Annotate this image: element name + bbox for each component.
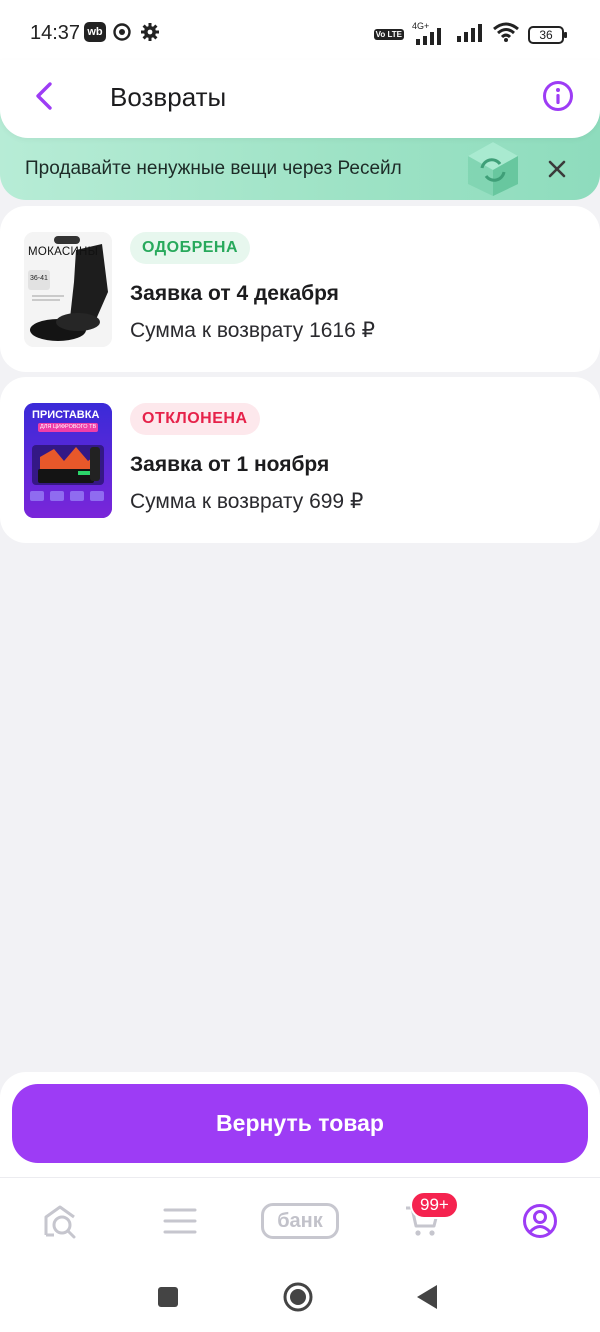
bank-label: банк xyxy=(261,1203,339,1239)
return-request-title: Заявка от 1 ноября xyxy=(130,453,330,476)
cart-count-badge: 99+ xyxy=(410,1191,459,1219)
refund-amount: Сумма к возврату 699 ₽ xyxy=(130,490,364,513)
system-navigation-bar xyxy=(0,1262,600,1332)
info-icon[interactable] xyxy=(538,76,578,116)
status-badge: ОТКЛОНЕНА xyxy=(130,403,260,435)
thumbnail-subtitle: ДЛЯ ЦИФРОВОГО ТВ xyxy=(40,424,97,430)
status-indicators: Vo LTE 4G+ 36 xyxy=(373,21,567,48)
header: Возвраты xyxy=(0,60,600,138)
product-thumbnail: ПРИСТАВКА ДЛЯ ЦИФРОВОГО ТВ xyxy=(24,403,112,518)
return-request-title: Заявка от 4 декабря xyxy=(130,282,339,305)
return-card[interactable]: МОКАСИНЫ 36-41 ОДОБРЕНА Заявка от 4 дека… xyxy=(0,206,600,372)
thumbnail-label: ПРИСТАВКА xyxy=(32,409,100,421)
bottom-tab-bar: банк 99+ xyxy=(0,1177,600,1262)
status-bar: 14:37 wb Vo LTE 4G+ 36 xyxy=(0,0,600,66)
home-button-icon[interactable] xyxy=(283,1282,313,1312)
recent-apps-icon[interactable] xyxy=(153,1282,183,1312)
battery-icon: 36 xyxy=(528,25,567,44)
profile-icon[interactable] xyxy=(510,1196,570,1246)
resale-banner-text: Продавайте ненужные вещи через Ресейл xyxy=(25,158,402,179)
return-item-button[interactable]: Вернуть товар xyxy=(12,1084,588,1163)
shield-icon xyxy=(112,22,132,47)
status-time: 14:37 xyxy=(30,22,81,44)
recycle-box-icon xyxy=(462,138,524,200)
status-badge: ОДОБРЕНА xyxy=(130,232,251,264)
product-thumbnail: МОКАСИНЫ 36-41 xyxy=(24,232,112,347)
home-search-icon[interactable] xyxy=(30,1196,90,1246)
tab-bank[interactable]: банк xyxy=(258,1196,342,1246)
bottom-action-area: Вернуть товар xyxy=(0,1072,600,1177)
thumbnail-label: МОКАСИНЫ xyxy=(28,246,99,258)
close-icon[interactable] xyxy=(542,154,572,184)
back-triangle-icon[interactable] xyxy=(412,1282,442,1312)
menu-icon[interactable] xyxy=(150,1196,210,1246)
thumbnail-size: 36-41 xyxy=(30,275,48,282)
wifi-icon xyxy=(492,21,520,48)
page-title: Возвраты xyxy=(110,82,227,112)
volte-icon: Vo LTE xyxy=(373,29,404,40)
chevron-left-icon[interactable] xyxy=(24,76,64,116)
signal-4g-icon: 4G+ xyxy=(412,21,448,45)
refund-amount: Сумма к возврату 1616 ₽ xyxy=(130,319,375,342)
gear-icon xyxy=(140,22,160,47)
signal-icon xyxy=(456,22,484,47)
wb-app-icon: wb xyxy=(84,22,106,42)
return-card[interactable]: ПРИСТАВКА ДЛЯ ЦИФРОВОГО ТВ ОТКЛОНЕНА Зая… xyxy=(0,377,600,543)
